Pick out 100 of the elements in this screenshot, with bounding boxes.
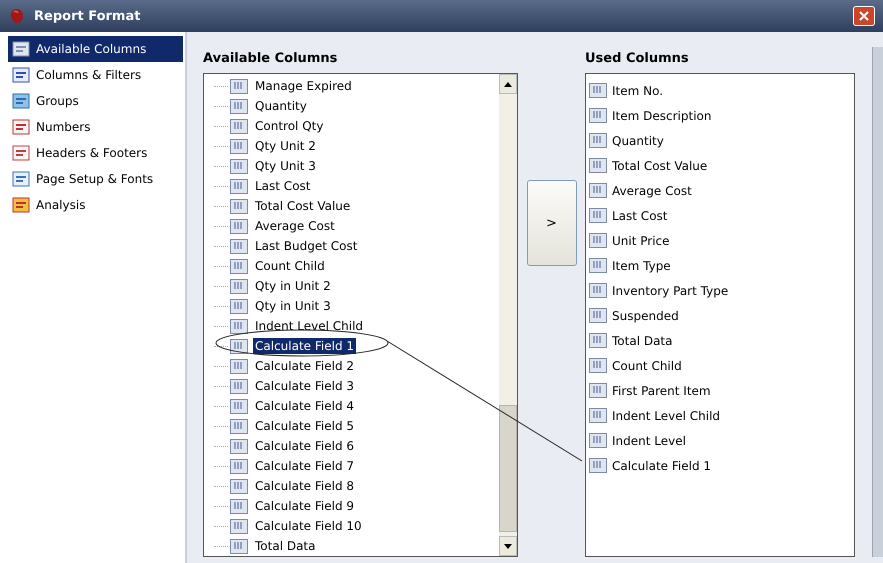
list-item[interactable]: Calculate Field 2 [253,358,356,374]
list-item[interactable]: Total Data [612,334,672,348]
column-icon [589,183,607,198]
column-icon [230,358,248,374]
list-item[interactable]: Item Description [612,108,712,122]
app-icon [8,7,26,25]
list-item[interactable]: Indent Level [612,434,686,448]
list-item[interactable]: Indent Level Child [253,318,366,334]
available-columns-list[interactable] [203,73,518,557]
list-item[interactable]: First Parent Item [612,384,711,398]
sidebar-item[interactable]: Available Columns [8,36,183,62]
list-item[interactable]: Calculate Field 3 [253,378,356,394]
column-icon [589,308,607,323]
list-item[interactable]: Control Qty [253,118,326,134]
column-icon [589,158,607,173]
list-item[interactable]: Calculate Field 9 [253,498,356,514]
list-item[interactable]: Count Child [253,258,327,274]
column-icon [230,158,248,174]
column-icon [589,358,607,373]
sidebar-item[interactable]: Numbers [8,114,183,140]
close-icon [859,11,869,21]
list-item[interactable]: Suspended [612,308,679,322]
column-icon [230,518,248,534]
used-columns-list[interactable] [585,73,855,557]
section-icon [12,170,30,188]
column-icon [589,108,607,123]
sidebar-item[interactable]: Analysis [8,192,183,218]
scroll-down-icon[interactable] [499,536,517,556]
column-icon [230,278,248,294]
list-item[interactable]: Manage Expired [253,78,354,94]
list-item[interactable]: Last Cost [253,178,312,194]
list-item[interactable]: Calculate Field 1 [612,458,712,472]
section-icon [12,92,30,110]
column-icon [230,178,248,194]
list-item[interactable]: Total Cost Value [253,198,352,214]
column-icon [589,233,607,248]
list-item[interactable]: Quantity [612,134,664,148]
close-button[interactable] [853,6,875,26]
column-icon [589,258,607,273]
column-icon [589,383,607,398]
column-icon [589,208,607,223]
column-icon [230,418,248,434]
list-item[interactable]: Last Budget Cost [253,238,360,254]
column-icon [589,283,607,298]
column-icon [589,408,607,423]
column-icon [230,298,248,314]
list-item[interactable]: Qty in Unit 2 [253,278,333,294]
list-item[interactable]: Last Cost [612,208,668,222]
scroll-up-icon[interactable] [499,74,517,94]
sidebar-item[interactable]: Columns & Filters [8,62,183,88]
move-right-button[interactable]: > [526,180,576,266]
list-item[interactable]: Qty Unit 3 [253,158,318,174]
column-icon [230,398,248,414]
column-icon [230,438,248,454]
list-item[interactable]: Count Child [612,358,682,372]
list-item[interactable]: Item Type [612,258,671,272]
column-icon [230,338,248,354]
list-item[interactable]: Calculate Field 6 [253,438,356,454]
list-item[interactable]: Indent Level Child [612,408,720,422]
section-icon [12,196,30,214]
list-item[interactable]: Calculate Field 7 [253,458,356,474]
sidebar-item[interactable]: Headers & Footers [8,140,183,166]
window-title: Report Format [34,8,142,24]
column-icon [230,458,248,474]
list-item[interactable]: Calculate Field 4 [253,398,356,414]
list-item[interactable]: Qty Unit 2 [253,138,318,154]
list-item[interactable]: Item No. [612,84,664,98]
section-icon [12,118,30,136]
column-icon [230,218,248,234]
column-icon [230,378,248,394]
list-item[interactable]: Calculate Field 10 [253,518,364,534]
column-icon [230,478,248,494]
list-item[interactable]: Calculate Field 5 [253,418,356,434]
list-heading: Used Columns [585,50,690,68]
section-icon [12,66,30,84]
column-icon [230,118,248,134]
column-icon [230,498,248,514]
column-icon [230,258,248,274]
list-item[interactable]: Average Cost [612,184,692,198]
list-item[interactable]: Unit Price [612,234,670,248]
list-item[interactable]: Total Cost Value [612,158,708,172]
list-item[interactable]: Quantity [253,98,309,114]
scrollbar[interactable] [499,74,517,556]
list-item[interactable]: Average Cost [253,218,337,234]
list-item[interactable]: Calculate Field 1 [253,338,356,354]
list-item[interactable]: Calculate Field 8 [253,478,356,494]
column-icon [230,98,248,114]
section-icon [12,40,30,58]
column-icon [230,138,248,154]
sidebar-item[interactable]: Page Setup & Fonts [8,166,183,192]
column-icon [589,333,607,348]
sidebar-item[interactable]: Groups [8,88,183,114]
list-heading: Available Columns [203,50,338,68]
column-icon [230,198,248,214]
list-item[interactable]: Qty in Unit 3 [253,298,333,314]
list-item[interactable]: Total Data [253,538,318,554]
column-icon [589,83,607,98]
column-icon [230,538,248,554]
list-item[interactable]: Inventory Part Type [612,284,728,298]
scroll-thumb[interactable] [499,405,517,532]
